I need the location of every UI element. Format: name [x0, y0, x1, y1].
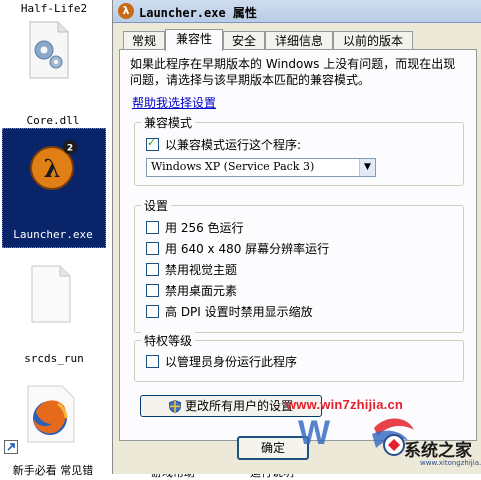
xitongzhijia-logo-icon [383, 434, 405, 456]
tab-panel: 如果此程序在早期版本的 Windows 上没有问题，而现在出现问题，请选择与该早… [119, 49, 477, 441]
setting-label: 用 256 色运行 [165, 221, 244, 235]
tab-general[interactable]: 常规 [123, 31, 165, 50]
setting-checkbox[interactable] [146, 221, 159, 234]
svg-text:λ: λ [44, 154, 61, 183]
uac-shield-icon [169, 400, 181, 413]
lambda-title-icon: λ [118, 3, 134, 19]
setting-label: 用 640 x 480 屏幕分辨率运行 [165, 242, 330, 256]
setting-row[interactable]: 用 256 色运行 [146, 219, 244, 235]
group-title: 设置 [141, 197, 172, 214]
group-title: 特权等级 [141, 332, 196, 349]
help-link[interactable]: 帮助我选择设置 [132, 94, 216, 111]
desktop: Half-Life2 Core.dll λ 2 Launcher.exe src… [0, 0, 120, 477]
os-version-value: Windows XP (Service Pack 3) [151, 160, 315, 173]
svg-text:2: 2 [67, 144, 73, 154]
compat-description: 如果此程序在早期版本的 Windows 上没有问题，而现在出现问题，请选择与该早… [130, 57, 456, 87]
run-as-admin-row[interactable]: 以管理员身份运行此程序 [146, 353, 297, 369]
tab-security[interactable]: 安全 [223, 31, 265, 50]
setting-row[interactable]: 禁用桌面元素 [146, 282, 237, 298]
setting-checkbox[interactable] [146, 242, 159, 255]
setting-label: 禁用视觉主题 [165, 263, 238, 277]
tab-previous-versions[interactable]: 以前的版本 [333, 31, 413, 50]
compat-mode-label: 以兼容模式运行这个程序: [165, 138, 302, 152]
desktop-icon-label[interactable]: Launcher.exe [6, 228, 100, 241]
setting-checkbox[interactable] [146, 263, 159, 276]
tab-details[interactable]: 详细信息 [265, 31, 333, 50]
desktop-icon-label[interactable]: 新手必看 常见错 [6, 462, 100, 478]
setting-checkbox[interactable] [146, 305, 159, 318]
setting-row[interactable]: 高 DPI 设置时禁用显示缩放 [146, 303, 313, 319]
change-all-users-label: 更改所有用户的设置 [184, 399, 293, 413]
watermark-sub: www.xitongzhijia.net [420, 459, 481, 467]
setting-row[interactable]: 禁用视觉主题 [146, 261, 237, 277]
compat-mode-checkbox-row[interactable]: 以兼容模式运行这个程序: [146, 136, 301, 152]
desktop-icon-label[interactable]: srcds_run [14, 352, 94, 365]
tab-compatibility[interactable]: 兼容性 [165, 29, 223, 51]
ok-label: 确定 [260, 441, 285, 455]
setting-label: 高 DPI 设置时禁用显示缩放 [165, 305, 313, 319]
compat-mode-checkbox[interactable] [146, 136, 159, 151]
setting-label: 禁用桌面元素 [165, 284, 238, 298]
svg-text:W: W [298, 414, 331, 450]
setting-row[interactable]: 用 640 x 480 屏幕分辨率运行 [146, 240, 329, 256]
desktop-icon-label[interactable]: Half-Life2 [14, 2, 94, 15]
dropdown-arrow-icon[interactable]: ▼ [359, 159, 375, 176]
run-as-admin-label: 以管理员身份运行此程序 [165, 355, 298, 369]
os-version-dropdown[interactable]: Windows XP (Service Pack 3) ▼ [146, 158, 376, 177]
watermark-brand: 系统之家 [404, 441, 472, 460]
dialog-titlebar[interactable]: λ Launcher.exe 属性 [113, 0, 481, 23]
half-life-lambda-icon[interactable]: λ 2 [28, 138, 78, 194]
dll-file-icon[interactable] [24, 20, 72, 80]
run-as-admin-checkbox[interactable] [146, 355, 159, 368]
blank-file-icon[interactable] [26, 264, 74, 324]
firefox-icon[interactable] [22, 382, 82, 444]
setting-checkbox[interactable] [146, 284, 159, 297]
group-title: 兼容模式 [141, 114, 196, 131]
desktop-icon-label[interactable]: Core.dll [18, 114, 88, 127]
dialog-title: Launcher.exe 属性 [139, 6, 257, 20]
shortcut-arrow-icon [4, 440, 18, 454]
